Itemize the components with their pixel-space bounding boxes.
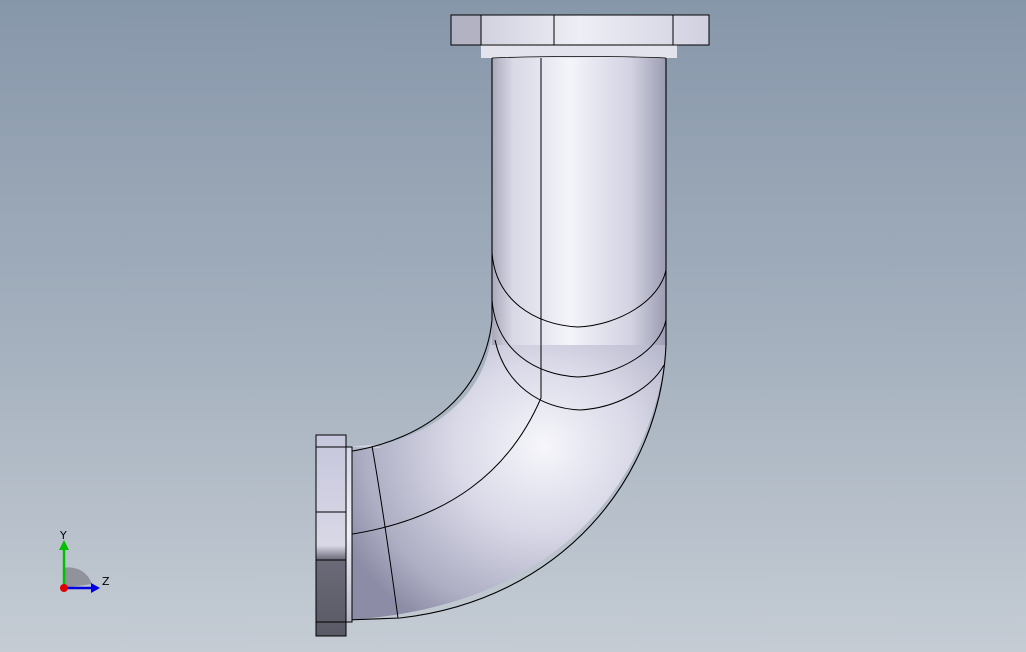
- outlet-flange-hub: [345, 446, 353, 623]
- y-axis-label: Y: [60, 529, 67, 542]
- x-axis-dot: [60, 584, 68, 592]
- coordinate-triad: Y Z: [48, 528, 118, 600]
- vertical-pipe-surface: [492, 45, 666, 345]
- triad-graphic: [59, 540, 100, 593]
- elbow-bend-surface: [346, 320, 665, 620]
- pipe-elbow-model[interactable]: [0, 0, 1026, 652]
- top-flange: [450, 14, 710, 46]
- z-axis-label: Z: [102, 575, 110, 588]
- top-flange-hub: [481, 44, 677, 58]
- graphics-viewport[interactable]: Y Z: [0, 0, 1026, 652]
- outlet-flange: [315, 434, 347, 637]
